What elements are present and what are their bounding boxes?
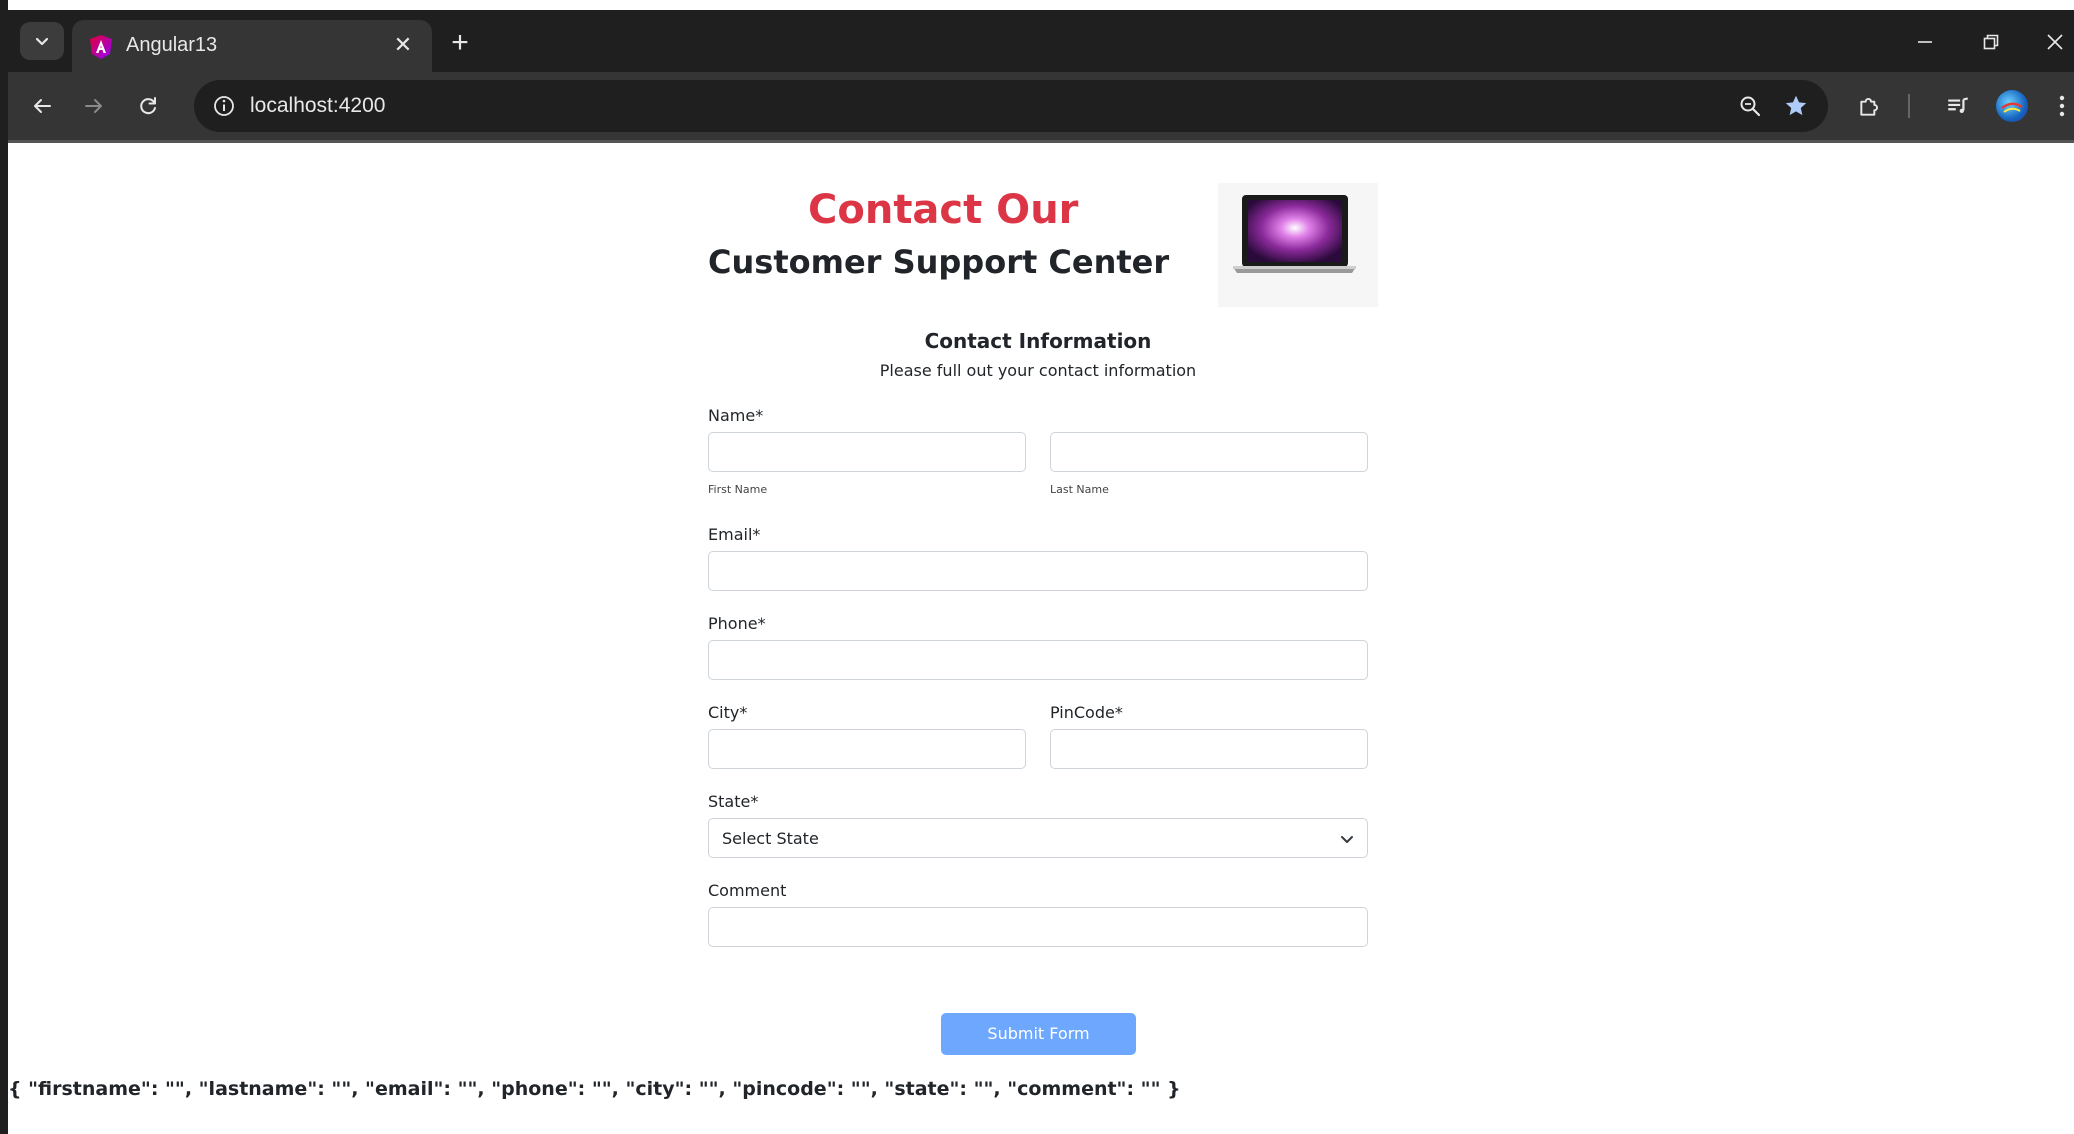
toolbar-separator [1908, 94, 1910, 118]
email-label: Email* [708, 525, 761, 544]
bookmark-star-button[interactable] [1780, 90, 1812, 122]
url-text[interactable]: localhost:4200 [250, 94, 385, 118]
zoom-icon[interactable] [1734, 90, 1766, 122]
email-field[interactable] [708, 551, 1368, 591]
state-select[interactable]: Select State [708, 818, 1368, 858]
pincode-label: PinCode* [1050, 703, 1123, 722]
puzzle-icon [1860, 98, 1878, 116]
tab-close-icon[interactable]: ✕ [388, 30, 418, 60]
city-field[interactable] [708, 729, 1026, 769]
browser-toolbar: localhost:4200 [8, 72, 2074, 140]
magnifier-zoom-icon [1740, 96, 1761, 117]
chevron-down-icon [1341, 836, 1353, 843]
restore-icon [1983, 34, 1999, 50]
first-name-input[interactable] [708, 432, 1026, 472]
menu-button[interactable] [2042, 86, 2074, 126]
phone-label: Phone* [708, 614, 766, 633]
forward-button[interactable] [72, 84, 116, 128]
address-bar[interactable]: localhost:4200 [194, 80, 1828, 132]
reload-icon [140, 97, 156, 115]
chevron-down-icon [35, 37, 49, 46]
arrow-left-icon [34, 99, 51, 113]
comment-field[interactable] [708, 907, 1368, 947]
restore-button[interactable] [1966, 22, 2016, 62]
new-tab-button[interactable]: + [442, 26, 478, 62]
page-viewport: Contact Our Customer Support Center Cont… [8, 140, 2074, 1134]
tab-title: Angular13 [126, 34, 218, 56]
profile-avatar[interactable] [1996, 90, 2028, 122]
back-button[interactable] [20, 84, 64, 128]
extensions-button[interactable] [1850, 86, 1890, 126]
kebab-menu-icon [2059, 95, 2065, 117]
browser-window: Angular13 ✕ + localhost:4200 Contact Our… [0, 0, 2074, 1134]
window-border [0, 0, 8, 1134]
last-name-hint: Last Name [1050, 483, 1109, 496]
tab-angular13[interactable]: Angular13 ✕ [72, 20, 432, 72]
angular-favicon-icon [90, 35, 112, 59]
laptop-image [1218, 183, 1378, 307]
minimize-button[interactable] [1900, 22, 1950, 62]
page-title: Contact Our [808, 187, 1079, 233]
playlist-icon [1948, 97, 1969, 114]
comment-label: Comment [708, 881, 787, 900]
first-name-hint: First Name [708, 483, 768, 496]
section-subtitle: Please full out your contact information [879, 361, 1197, 380]
minimize-icon [1918, 41, 1932, 43]
state-label: State* [708, 792, 759, 811]
city-label: City* [708, 703, 748, 722]
close-icon [2047, 34, 2063, 50]
pincode-field[interactable] [1050, 729, 1368, 769]
avatar-icon [2001, 102, 2023, 113]
star-icon [1785, 95, 1807, 116]
reload-button[interactable] [126, 84, 170, 128]
site-info-icon[interactable] [208, 90, 240, 122]
phone-field[interactable] [708, 640, 1368, 680]
tab-search-button[interactable] [20, 22, 64, 60]
media-controls-button[interactable] [1938, 86, 1978, 126]
arrow-right-icon [85, 99, 102, 113]
page-subtitle: Customer Support Center [708, 243, 1170, 281]
last-name-input[interactable] [1050, 432, 1368, 472]
form-json-output: { "firstname": "", "lastname": "", "emai… [8, 1078, 1181, 1100]
state-selected-value: Select State [722, 829, 819, 848]
close-window-button[interactable] [2030, 22, 2074, 62]
name-label: Name* [708, 406, 764, 425]
submit-form-button[interactable]: Submit Form [941, 1013, 1136, 1055]
section-title: Contact Information [924, 329, 1152, 353]
tab-strip: Angular13 ✕ + [8, 10, 2074, 72]
laptop-icon [1233, 195, 1356, 273]
